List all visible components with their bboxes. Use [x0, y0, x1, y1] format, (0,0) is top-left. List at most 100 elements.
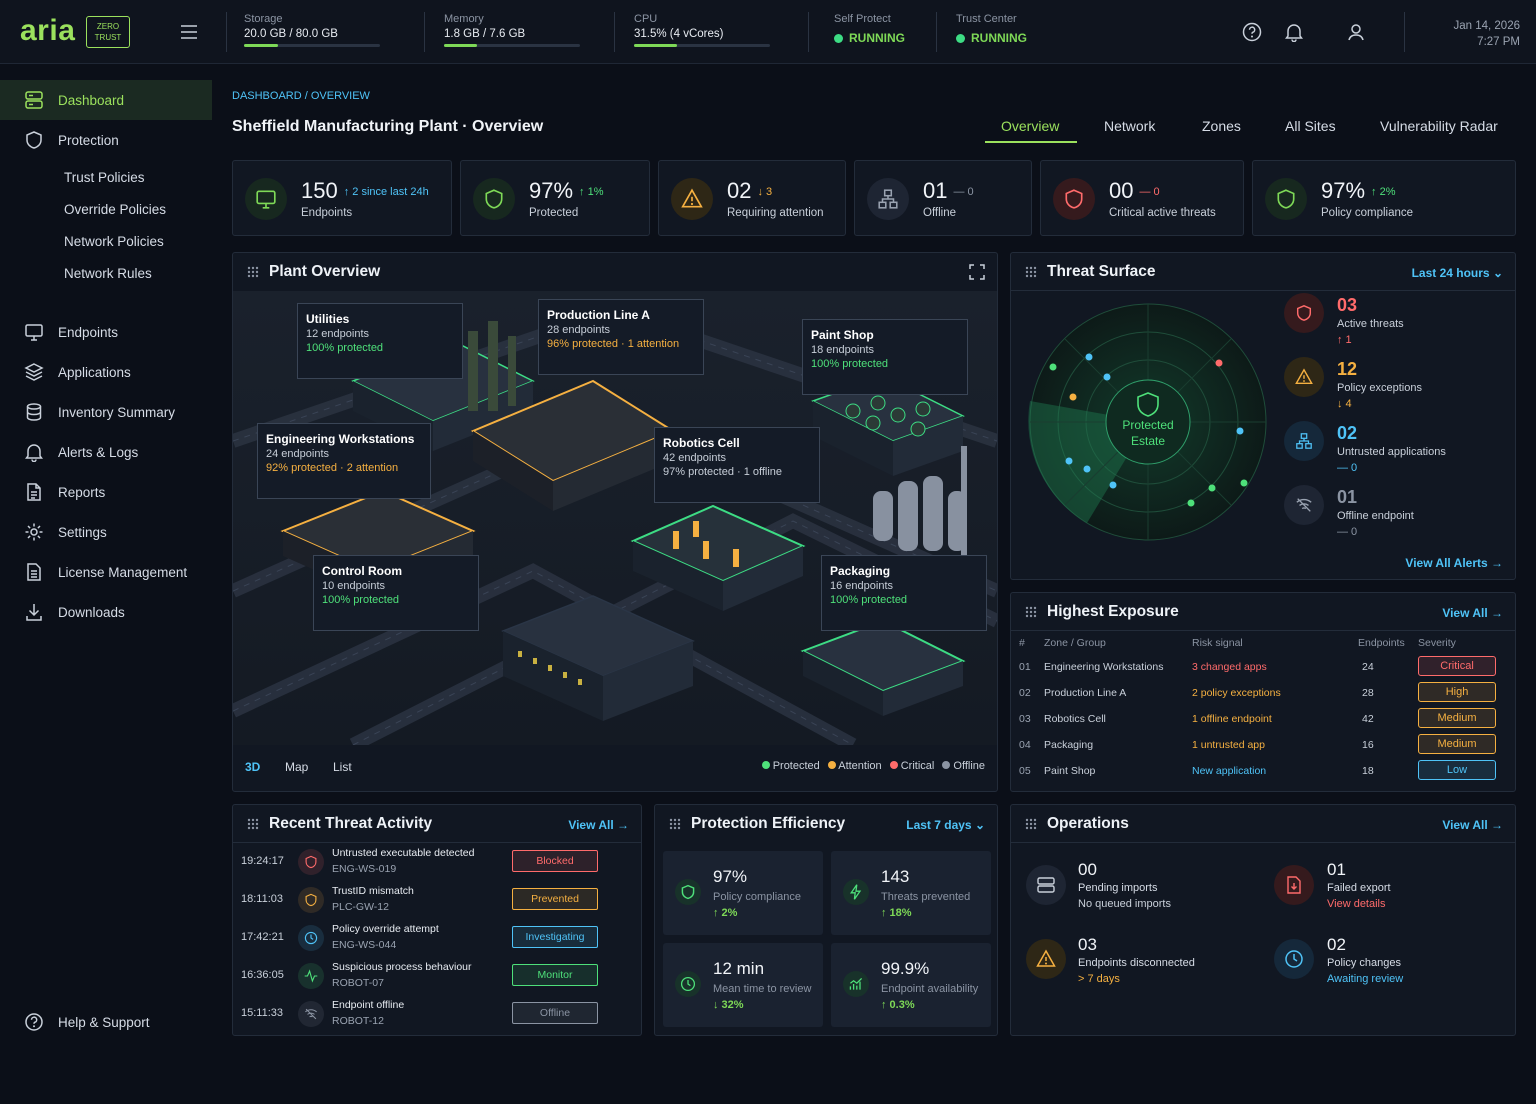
kpi-policy-compliance[interactable]: 97% ↑ 2% Policy compliance — [1252, 160, 1516, 236]
active-threats-label: Active threats — [1337, 318, 1404, 330]
view-map-button[interactable]: Map — [285, 760, 308, 774]
activity-time: 17:42:21 — [241, 931, 284, 943]
drag-handle-icon[interactable] — [669, 818, 681, 830]
storage-bar — [244, 44, 380, 47]
shield-icon — [298, 849, 324, 875]
tab-network[interactable]: Network — [1104, 118, 1155, 134]
divider — [226, 12, 227, 52]
brand-logo[interactable]: aria — [20, 14, 75, 48]
activity-host: ROBOT-07 — [332, 977, 384, 989]
view-all-operations-link[interactable]: View All → — [1442, 818, 1503, 832]
sidebar-subitem-network-rules[interactable]: Network Rules — [64, 266, 152, 281]
sidebar-item-applications[interactable]: Applications — [0, 352, 212, 392]
kpi-critical-threats[interactable]: 00 — 0 Critical active threats — [1040, 160, 1244, 236]
activity-icon — [298, 963, 324, 989]
kpi-value: 02 — [727, 178, 752, 203]
view-list-button[interactable]: List — [333, 760, 352, 774]
drag-handle-icon[interactable] — [1025, 266, 1037, 278]
time-range-dropdown[interactable]: Last 7 days ⌄ — [906, 818, 985, 832]
status-dot — [956, 33, 965, 43]
user-icon[interactable] — [1346, 22, 1366, 42]
drag-handle-icon[interactable] — [1025, 818, 1037, 830]
drag-handle-icon[interactable] — [247, 818, 259, 830]
tab-zones[interactable]: Zones — [1202, 118, 1241, 134]
plant-3d-scene[interactable]: Utilities 12 endpoints 100% protected Prod… — [233, 291, 997, 745]
kpi-protected[interactable]: 97% ↑ 1% Protected — [460, 160, 650, 236]
time-range-dropdown[interactable]: Last 24 hours ⌄ — [1412, 266, 1503, 280]
sidebar-item-inventory-summary[interactable]: Inventory Summary — [0, 392, 212, 432]
shield-icon — [1284, 293, 1324, 333]
kpi-caption: Offline — [923, 207, 957, 219]
view-all-alerts-link[interactable]: View All Alerts → — [1405, 556, 1503, 570]
view-3d-button[interactable]: 3D — [245, 760, 260, 774]
severity-badge: High — [1418, 682, 1496, 702]
row-endpoints: 42 — [1362, 713, 1374, 725]
drag-handle-icon[interactable] — [247, 266, 259, 278]
activity-host: ENG-WS-044 — [332, 939, 397, 951]
zone-card-utilities[interactable]: Utilities 12 endpoints 100% protected — [297, 303, 463, 379]
offline-endpoint-label: Offline endpoint — [1337, 510, 1414, 522]
sidebar-item-downloads[interactable]: Downloads — [0, 592, 212, 632]
tab-vulnerability-radar[interactable]: Vulnerability Radar — [1380, 118, 1498, 134]
tab-overview[interactable]: Overview — [1001, 118, 1059, 134]
sidebar-subitem-network-policies[interactable]: Network Policies — [64, 234, 164, 249]
protection-efficiency-panel: Protection Efficiency Last 7 days ⌄ 97% … — [654, 804, 998, 1036]
awaiting-review-link[interactable]: Awaiting review — [1327, 973, 1403, 985]
column-header: Severity — [1418, 637, 1456, 649]
sidebar-subitem-override-policies[interactable]: Override Policies — [64, 202, 166, 217]
untrusted-apps-value: 02 — [1337, 423, 1358, 443]
view-all-exposure-link[interactable]: View All → — [1442, 606, 1503, 620]
sidebar-item-settings[interactable]: Settings — [0, 512, 212, 552]
kpi-requiring-attention[interactable]: 02 ↓ 3 Requiring attention — [658, 160, 846, 236]
zone-card-production-line-a[interactable]: Production Line A 28 endpoints 96% protect… — [538, 299, 704, 375]
zone-card-packaging[interactable]: Packaging 16 endpoints 100% protected — [821, 555, 987, 631]
sidebar-item-dashboard[interactable]: Dashboard — [0, 80, 212, 120]
sidebar-item-protection[interactable]: Protection — [0, 120, 212, 160]
divider — [1011, 842, 1515, 843]
menu-icon[interactable] — [180, 24, 198, 40]
zone-card-robotics-cell[interactable]: Robotics Cell 42 endpoints 97% protected ·… — [654, 427, 820, 503]
view-all-activity-link[interactable]: View All → — [568, 818, 629, 832]
sidebar-item-reports[interactable]: Reports — [0, 472, 212, 512]
sidebar-subitem-trust-policies[interactable]: Trust Policies — [64, 170, 145, 185]
tab-all-sites[interactable]: All Sites — [1285, 118, 1336, 134]
op-label: Failed export — [1327, 882, 1391, 894]
metric-card-endpoint-availability[interactable]: 99.9% Endpoint availability ↑ 0.3% — [831, 943, 991, 1027]
shield-icon — [473, 178, 515, 220]
metric-card-mean-time-to-review[interactable]: 12 min Mean time to review ↓ 32% — [663, 943, 823, 1027]
kpi-value: 00 — [1109, 178, 1134, 203]
op-label: Endpoints disconnected — [1078, 957, 1195, 969]
layers-icon — [24, 362, 44, 382]
sidebar-item-endpoints[interactable]: Endpoints — [0, 312, 212, 352]
row-risk-signal: New application — [1192, 765, 1267, 777]
row-number: 01 — [1019, 661, 1031, 673]
zone-card-paint-shop[interactable]: Paint Shop 18 endpoints 100% protected — [802, 319, 968, 395]
zone-card-control-room[interactable]: Control Room 10 endpoints 100% protected — [313, 555, 479, 631]
active-threats-value: 03 — [1337, 295, 1358, 315]
drag-handle-icon[interactable] — [1025, 606, 1037, 618]
breadcrumb[interactable]: DASHBOARD / OVERVIEW — [232, 90, 370, 102]
cpu-bar — [634, 44, 770, 47]
sidebar-item-license-management[interactable]: License Management — [0, 552, 212, 592]
bell-icon[interactable] — [1284, 22, 1304, 42]
kpi-value: 150 — [301, 178, 338, 203]
metric-card-threats-prevented[interactable]: 143 Threats prevented ↑ 18% — [831, 851, 991, 935]
kpi-offline[interactable]: 01 — 0 Offline — [854, 160, 1032, 236]
help-icon[interactable] — [1242, 22, 1262, 42]
sidebar-item-alerts-logs[interactable]: Alerts & Logs — [0, 432, 212, 472]
status-badge: Prevented — [512, 888, 598, 910]
server-stack-icon — [24, 90, 44, 110]
zone-card-engineering-workstations[interactable]: Engineering Workstations 24 endpoints 92% … — [257, 423, 431, 499]
threat-surface-panel: Threat Surface Last 24 hours ⌄ Protected… — [1010, 252, 1516, 580]
warning-icon — [1284, 357, 1324, 397]
metric-card-policy-compliance[interactable]: 97% Policy compliance ↑ 2% — [663, 851, 823, 935]
threat-radar: Protected Estate — [1027, 301, 1269, 543]
view-details-link[interactable]: View details — [1327, 898, 1386, 910]
metric-label: Endpoint availability — [881, 983, 979, 995]
fullscreen-icon[interactable] — [968, 263, 986, 281]
help-support-link[interactable]: Help & Support — [0, 1002, 212, 1042]
untrusted-apps-change: — 0 — [1337, 462, 1358, 474]
activity-time: 18:11:03 — [241, 893, 284, 905]
license-icon — [24, 562, 44, 582]
kpi-endpoints[interactable]: 150 ↑ 2 since last 24h Endpoints — [232, 160, 452, 236]
